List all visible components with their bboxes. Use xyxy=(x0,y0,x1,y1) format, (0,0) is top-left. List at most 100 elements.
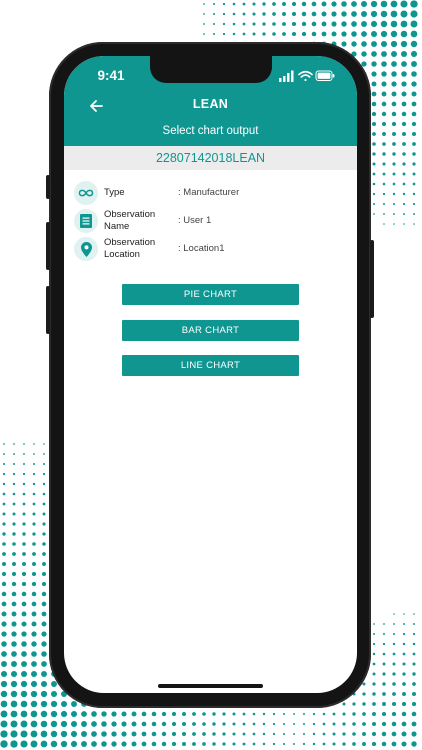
pattern-dot xyxy=(402,672,406,676)
pattern-dot xyxy=(41,651,47,657)
pattern-dot xyxy=(20,680,28,688)
pattern-dot xyxy=(50,730,58,738)
bar-chart-button[interactable]: BAR CHART xyxy=(122,320,299,341)
pattern-dot xyxy=(351,1,357,7)
pattern-dot xyxy=(402,172,406,176)
pattern-dot xyxy=(31,581,37,587)
pattern-dot xyxy=(381,111,387,117)
pattern-dot xyxy=(302,742,306,746)
pattern-dot xyxy=(222,2,226,6)
pattern-dot xyxy=(131,721,137,727)
mute-switch xyxy=(46,175,50,199)
pattern-dot xyxy=(12,562,16,566)
pattern-dot xyxy=(401,111,407,117)
pattern-dot xyxy=(411,721,417,727)
pattern-dot xyxy=(393,623,395,625)
pattern-dot xyxy=(372,702,376,706)
pattern-dot xyxy=(252,712,256,716)
pattern-dot xyxy=(32,502,36,506)
pattern-dot xyxy=(341,11,347,17)
pattern-dot xyxy=(202,742,206,746)
detail-row-observation-location: Observation Location : Location1 xyxy=(74,235,354,263)
pattern-dot xyxy=(382,702,386,706)
pattern-dot xyxy=(10,670,18,678)
pattern-dot xyxy=(382,642,386,646)
pattern-dot xyxy=(362,692,366,696)
pattern-dot xyxy=(381,51,387,57)
pattern-dot xyxy=(342,702,346,706)
pattern-dot xyxy=(392,692,396,696)
pattern-dot xyxy=(20,710,28,718)
pattern-dot xyxy=(0,710,8,718)
pattern-dot xyxy=(22,542,26,546)
detail-row-observation-name: Observation Name : User 1 xyxy=(74,207,354,235)
pattern-dot xyxy=(342,722,346,726)
pattern-dot xyxy=(312,732,316,736)
pattern-dot xyxy=(401,91,407,97)
pattern-dot xyxy=(400,10,408,18)
pattern-dot xyxy=(11,661,17,667)
pattern-dot xyxy=(392,132,396,136)
pattern-dot xyxy=(222,732,226,736)
pattern-dot xyxy=(203,23,205,25)
pattern-dot xyxy=(32,512,36,516)
pattern-dot xyxy=(332,712,336,716)
pattern-dot xyxy=(242,722,246,726)
pattern-dot xyxy=(391,51,397,57)
pattern-dot xyxy=(91,731,97,737)
pattern-dot xyxy=(203,3,205,5)
pattern-dot xyxy=(40,700,48,708)
pattern-dot xyxy=(121,721,127,727)
pattern-dot xyxy=(32,532,36,536)
pattern-dot xyxy=(91,711,97,717)
pattern-dot xyxy=(203,33,205,35)
pattern-dot xyxy=(22,532,26,536)
pattern-dot xyxy=(42,552,46,556)
pattern-dot xyxy=(411,81,417,87)
pie-chart-button[interactable]: PIE CHART xyxy=(122,284,299,305)
pattern-dot xyxy=(411,111,417,117)
pattern-dot xyxy=(12,512,16,516)
pattern-dot xyxy=(22,472,26,476)
pattern-dot xyxy=(322,742,326,746)
pattern-dot xyxy=(391,71,397,77)
pattern-dot xyxy=(382,152,386,156)
pattern-dot xyxy=(412,182,416,186)
pattern-dot xyxy=(252,732,256,736)
pattern-dot xyxy=(272,722,276,726)
pattern-dot xyxy=(40,680,48,688)
pattern-dot xyxy=(380,20,388,28)
pattern-dot xyxy=(23,453,25,455)
pattern-dot xyxy=(222,712,226,716)
pattern-dot xyxy=(91,721,97,727)
pattern-dot xyxy=(282,22,286,26)
pattern-dot xyxy=(21,631,27,637)
pattern-dot xyxy=(272,742,276,746)
pattern-dot xyxy=(0,690,8,698)
pattern-dot xyxy=(391,111,397,117)
pattern-dot xyxy=(403,213,405,215)
pattern-dot xyxy=(402,162,406,166)
pattern-dot xyxy=(42,562,46,566)
pattern-dot xyxy=(381,81,387,87)
pattern-dot xyxy=(232,2,236,6)
pattern-dot xyxy=(402,132,406,136)
infinity-icon xyxy=(78,189,94,197)
document-icon xyxy=(80,214,92,228)
pattern-dot xyxy=(40,690,48,698)
pattern-dot xyxy=(311,11,317,17)
pattern-dot xyxy=(30,690,38,698)
pattern-dot xyxy=(151,741,157,747)
wifi-icon xyxy=(298,70,313,82)
pattern-dot xyxy=(402,152,406,156)
pattern-dot xyxy=(410,0,418,8)
pattern-dot xyxy=(242,2,246,6)
pattern-dot xyxy=(50,740,58,748)
line-chart-button[interactable]: LINE CHART xyxy=(122,355,299,376)
pattern-dot xyxy=(411,731,417,737)
pattern-dot xyxy=(41,661,47,667)
pattern-dot xyxy=(272,22,276,26)
pattern-dot xyxy=(262,742,266,746)
pattern-dot xyxy=(262,712,266,716)
pattern-dot xyxy=(312,722,316,726)
